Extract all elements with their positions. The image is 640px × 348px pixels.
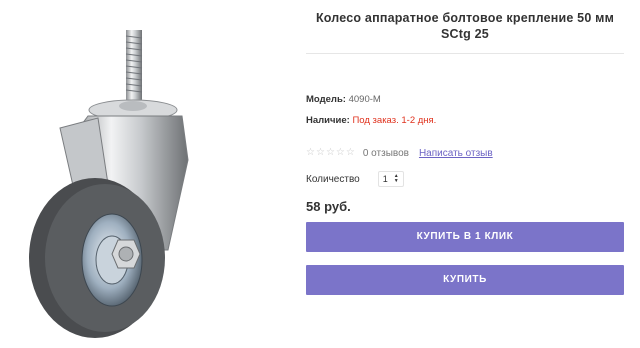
price: 58 руб. (306, 199, 351, 214)
star-icon: ☆ (315, 147, 325, 158)
model-label: Модель: (306, 94, 346, 105)
model-row: Модель: 4090-M (306, 94, 381, 106)
rating-row: ☆ ☆ ☆ ☆ ☆ 0 отзывов Написать отзыв (306, 146, 493, 160)
star-icon: ☆ (335, 147, 345, 158)
star-icon: ☆ (325, 147, 335, 158)
quantity-row: Количество 1 ▲ ▼ (306, 171, 404, 187)
quantity-stepper[interactable]: 1 ▲ ▼ (377, 171, 404, 187)
product-image[interactable] (0, 0, 300, 343)
reviews-count[interactable]: 0 отзывов (363, 148, 409, 159)
model-value: 4090-M (348, 94, 381, 105)
star-icon: ☆ (345, 147, 355, 158)
availability-row: Наличие: Под заказ. 1-2 дня. (306, 115, 436, 127)
availability-value: Под заказ. 1-2 дня. (352, 115, 437, 126)
title-divider (306, 53, 624, 54)
availability-label: Наличие: (306, 115, 350, 126)
quantity-stepper-arrows-icon[interactable]: ▲ ▼ (394, 174, 399, 184)
product-title: Колесо аппаратное болтовое крепление 50 … (315, 11, 615, 41)
quantity-value[interactable]: 1 (383, 174, 388, 184)
write-review-link[interactable]: Написать отзыв (419, 148, 493, 159)
star-icon: ☆ (306, 147, 315, 158)
buy-one-click-button[interactable]: КУПИТЬ В 1 КЛИК (306, 222, 624, 252)
caster-wheel-image (29, 30, 189, 338)
rating-stars: ☆ ☆ ☆ ☆ ☆ (306, 148, 355, 158)
buy-button[interactable]: КУПИТЬ (306, 265, 624, 295)
product-info: Колесо аппаратное болтовое крепление 50 … (306, 0, 624, 343)
quantity-label: Количество (306, 173, 360, 185)
